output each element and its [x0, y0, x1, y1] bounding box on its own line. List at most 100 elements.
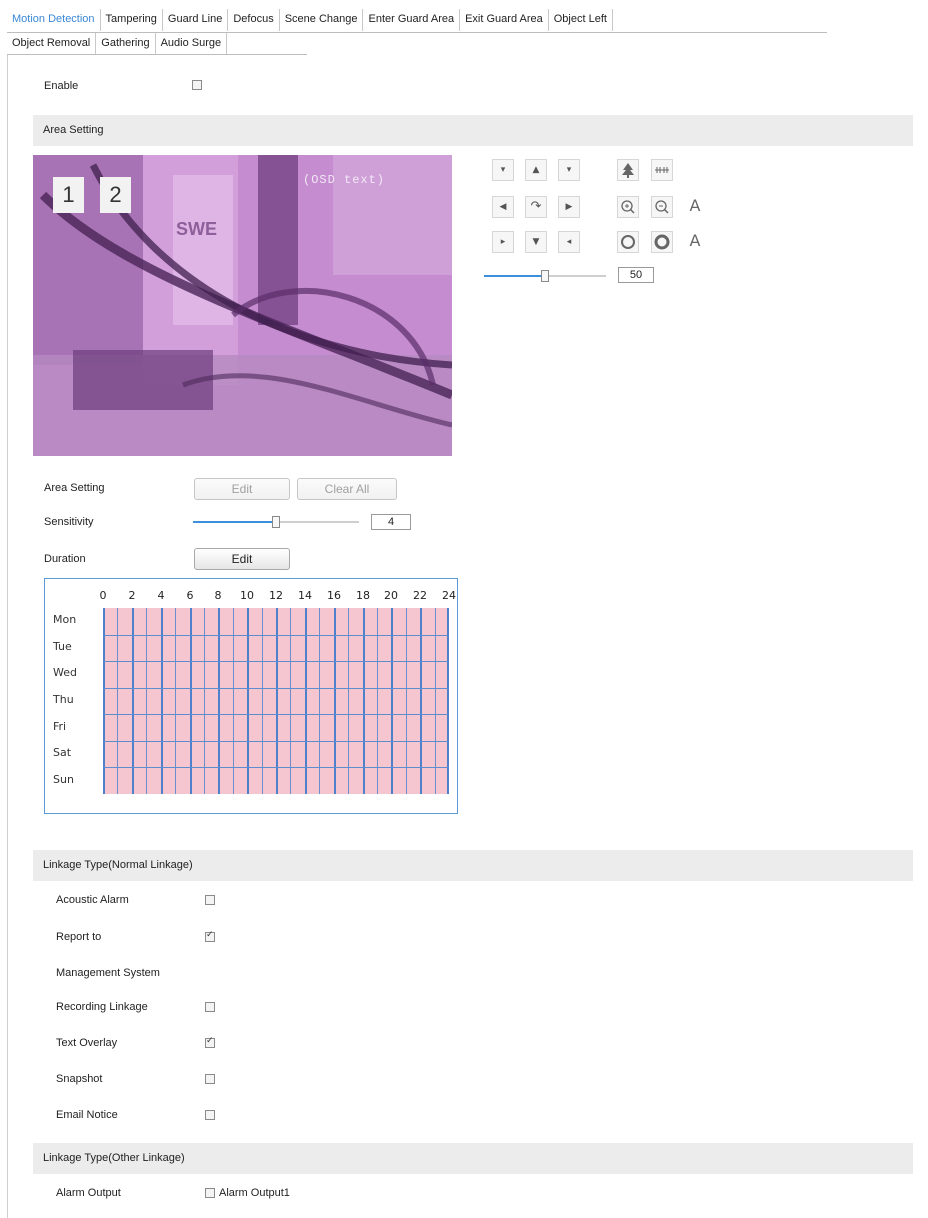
snapshot-label: Snapshot — [56, 1073, 103, 1085]
schedule-day-line — [103, 661, 449, 662]
left-arrow-icon: ◀ — [499, 202, 507, 212]
clear-all-button[interactable]: Clear All — [297, 478, 397, 500]
acoustic-alarm-checkbox[interactable] — [205, 895, 215, 905]
schedule-hour-label: 2 — [128, 589, 136, 602]
tab-motion-detection[interactable]: Motion Detection — [7, 9, 101, 31]
ptz-down-left-button[interactable]: ▸ — [492, 231, 514, 253]
ptz-speed-fill — [484, 275, 545, 277]
schedule-cells[interactable] — [103, 608, 449, 794]
tab-audio-surge[interactable]: Audio Surge — [156, 33, 228, 55]
video-scene: SWE — [33, 155, 452, 456]
report-to-checkbox[interactable] — [205, 930, 215, 942]
tab-gathering[interactable]: Gathering — [96, 33, 156, 55]
acoustic-alarm-label: Acoustic Alarm — [56, 894, 129, 906]
schedule-day-label: Wed — [53, 666, 77, 679]
left-border — [7, 55, 8, 1218]
iris-a-icon: A — [689, 196, 701, 215]
schedule-day-label: Sun — [53, 773, 74, 786]
ptz-left-button[interactable]: ◀ — [492, 196, 514, 218]
schedule-hour-label: 18 — [356, 589, 370, 602]
tab-defocus[interactable]: Defocus — [228, 9, 280, 31]
schedule-hour-label: 10 — [240, 589, 254, 602]
schedule-hour-label: 12 — [269, 589, 283, 602]
down-left-arrow-icon: ▸ — [500, 237, 506, 247]
ptz-down-button[interactable]: ▼ — [525, 231, 547, 253]
schedule-day-line — [103, 714, 449, 715]
schedule-day-line — [103, 635, 449, 636]
enable-label: Enable — [44, 80, 79, 92]
email-notice-checkbox[interactable] — [205, 1110, 215, 1120]
rotate-arrow-icon: ↷ — [530, 199, 542, 214]
zoom-in-icon — [621, 200, 635, 214]
enable-checkbox[interactable] — [192, 80, 202, 90]
sensitivity-handle[interactable] — [272, 516, 280, 528]
ptz-speed-handle[interactable] — [541, 270, 549, 282]
iris-open-icon — [621, 235, 635, 249]
schedule-day-line — [103, 741, 449, 742]
tab-object-left[interactable]: Object Left — [549, 9, 613, 31]
schedule-day-label: Sat — [53, 746, 72, 759]
auto-a-icon: A — [689, 231, 701, 250]
auto-mode-button[interactable]: A — [684, 231, 706, 253]
sensitivity-slider[interactable] — [193, 516, 359, 528]
alarm-output1-checkbox[interactable] — [205, 1188, 215, 1198]
tab-enter-guard-area[interactable]: Enter Guard Area — [363, 9, 461, 31]
schedule-day-label: Thu — [53, 693, 74, 706]
video-preview[interactable]: SWE 1 2 (OSD text) — [33, 155, 452, 456]
iris-close-icon — [654, 234, 670, 250]
schedule-hour-label: 24 — [442, 589, 456, 602]
region-label-1: 1 — [53, 177, 84, 213]
ptz-up-left-button[interactable]: ▾ — [492, 159, 514, 181]
schedule-hour-label: 14 — [298, 589, 312, 602]
schedule-day-line — [103, 688, 449, 689]
focus-lines-icon — [655, 167, 669, 173]
tab-guard-line[interactable]: Guard Line — [163, 9, 229, 31]
ptz-speed-slider[interactable] — [484, 270, 606, 282]
tab-scene-change[interactable]: Scene Change — [280, 9, 364, 31]
snapshot-checkbox[interactable] — [205, 1074, 215, 1084]
sensitivity-value[interactable]: 4 — [371, 514, 411, 530]
zoom-out-button[interactable] — [651, 196, 673, 218]
iris-close-button[interactable] — [651, 231, 673, 253]
ptz-tree-button[interactable] — [617, 159, 639, 181]
down-arrow-icon: ▼ — [532, 237, 540, 247]
ptz-down-right-button[interactable]: ◂ — [558, 231, 580, 253]
region-label-2: 2 — [100, 177, 131, 213]
schedule-hour-label: 22 — [413, 589, 427, 602]
text-overlay-checkbox[interactable] — [205, 1036, 215, 1048]
tab-exit-guard-area[interactable]: Exit Guard Area — [460, 9, 549, 31]
recording-linkage-label: Recording Linkage — [56, 1001, 148, 1013]
recording-linkage-checkbox[interactable] — [205, 1002, 215, 1012]
alarm-output1-label: Alarm Output1 — [219, 1187, 290, 1199]
ptz-focus-lines-button[interactable] — [651, 159, 673, 181]
up-left-arrow-icon: ▾ — [500, 165, 506, 175]
tab-divider-2 — [7, 54, 307, 55]
ptz-right-button[interactable]: ▶ — [558, 196, 580, 218]
iris-open-button[interactable] — [617, 231, 639, 253]
linkage-other-header: Linkage Type(Other Linkage) — [33, 1143, 913, 1174]
svg-text:SWE: SWE — [176, 219, 217, 239]
ptz-speed-value[interactable]: 50 — [618, 267, 654, 283]
area-edit-button[interactable]: Edit — [194, 478, 290, 500]
zoom-out-icon — [655, 200, 669, 214]
sensitivity-label: Sensitivity — [44, 516, 94, 528]
tab-tampering[interactable]: Tampering — [101, 9, 163, 31]
ptz-up-right-button[interactable]: ▾ — [558, 159, 580, 181]
ptz-rotate-button[interactable]: ↷ — [525, 196, 547, 218]
report-to-label: Report to — [56, 931, 102, 943]
schedule-hour-label: 6 — [186, 589, 194, 602]
tab-object-removal[interactable]: Object Removal — [7, 33, 97, 55]
ptz-up-button[interactable]: ▲ — [525, 159, 547, 181]
management-system-label: Management System — [56, 967, 160, 979]
tab-row-1: Motion Detection Tampering Guard Line De… — [7, 9, 613, 31]
duration-edit-button[interactable]: Edit — [194, 548, 290, 570]
duration-label: Duration — [44, 553, 86, 565]
sensitivity-fill — [193, 521, 276, 523]
zoom-in-button[interactable] — [617, 196, 639, 218]
video-osd-text: (OSD text) — [303, 173, 386, 187]
iris-auto-button[interactable]: A — [684, 196, 706, 218]
schedule-grid[interactable]: 0 2 4 6 8 10 12 14 16 18 20 22 24 Mon Tue Wed Thu Fri Sat S… — [44, 578, 458, 814]
tab-row-2: Object Removal Gathering Audio Surge — [7, 33, 228, 55]
schedule-hour-label: 20 — [384, 589, 398, 602]
down-right-arrow-icon: ◂ — [566, 237, 572, 247]
